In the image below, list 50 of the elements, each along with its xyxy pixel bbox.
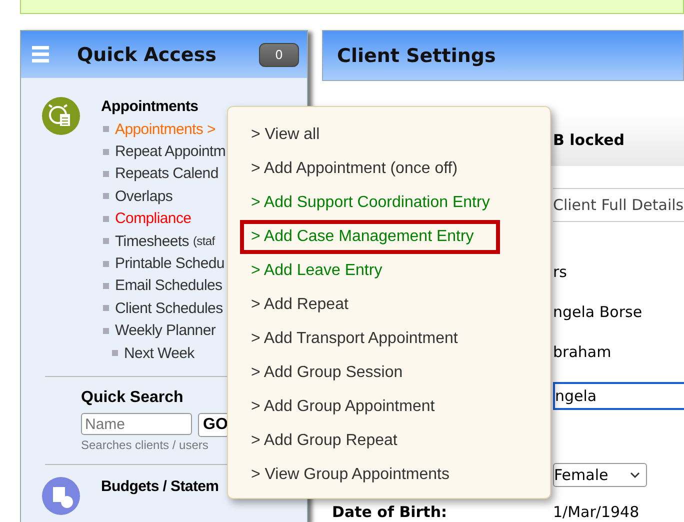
menu-link[interactable]: Timesheets — [115, 232, 189, 250]
count-badge: 0 — [259, 42, 299, 66]
bullet-icon — [103, 148, 109, 155]
bullet-icon — [103, 126, 109, 132]
menu-item[interactable]: > Add Support Coordination Entry — [240, 186, 500, 220]
name-field[interactable]: ngela — [553, 382, 684, 410]
bullet-icon — [103, 328, 109, 334]
section-title: Appointments — [101, 97, 200, 117]
menu-link[interactable]: Weekly Planner — [115, 322, 216, 340]
panel-title: Client Settings — [322, 30, 684, 81]
name-field[interactable]: Name — [81, 413, 192, 436]
menu-link[interactable]: Repeat Appointm — [115, 143, 226, 160]
menu-item[interactable]: > Add Group Repeat — [240, 424, 500, 458]
chevron-icon — [630, 472, 640, 478]
bullet-icon — [103, 260, 109, 267]
bullet-icon — [103, 170, 109, 177]
menu-item[interactable]: > Add Repeat — [240, 288, 500, 322]
section-title: Budgets / Statem — [101, 477, 219, 498]
menu-item[interactable]: > Add Case Management Entry — [240, 220, 500, 254]
bullet-icon — [103, 216, 109, 222]
menu-link[interactable]: Overlaps — [115, 188, 173, 205]
section-title: Quick Search — [81, 389, 184, 408]
menu-icon[interactable] — [32, 46, 49, 63]
details-tab[interactable]: Client Full Details — [553, 188, 684, 222]
bullet-icon — [103, 238, 109, 244]
menu-link[interactable]: Next Week — [124, 344, 194, 362]
menu-item[interactable]: > Add Group Appointment — [240, 390, 500, 424]
menu-link[interactable]: Email Schedules — [115, 277, 222, 294]
menu-link[interactable]: Client Schedules — [115, 300, 223, 317]
field-label: Date of Birth: — [332, 503, 448, 521]
bullet-icon — [112, 350, 118, 356]
search-hint: Searches clients / users — [81, 438, 208, 452]
menu-item[interactable]: > Add Leave Entry — [240, 254, 500, 288]
menu-link[interactable]: Repeats Calend — [115, 165, 218, 182]
link-note: (staf — [192, 234, 215, 248]
go-button[interactable]: GO — [198, 413, 229, 438]
field-value: braham — [553, 343, 612, 361]
alarm-clock-icon — [42, 97, 80, 135]
field-value: ngela Borse — [553, 303, 642, 321]
menu-item[interactable]: > View Group Appointments — [240, 458, 500, 492]
menu-link[interactable]: Printable Schedu — [115, 255, 224, 272]
bullet-icon — [103, 193, 109, 200]
bullet-icon — [103, 282, 109, 289]
field-value: 1/Mar/1948 — [553, 503, 640, 521]
bullet-icon — [103, 305, 109, 312]
field-value: rs — [553, 263, 567, 281]
panel-title: Quick Access — [77, 44, 218, 66]
menu-item[interactable]: > Add Transport Appointment — [240, 322, 500, 356]
menu-item[interactable]: > Add Group Session — [240, 356, 500, 390]
gender-select[interactable]: Female — [553, 463, 647, 487]
